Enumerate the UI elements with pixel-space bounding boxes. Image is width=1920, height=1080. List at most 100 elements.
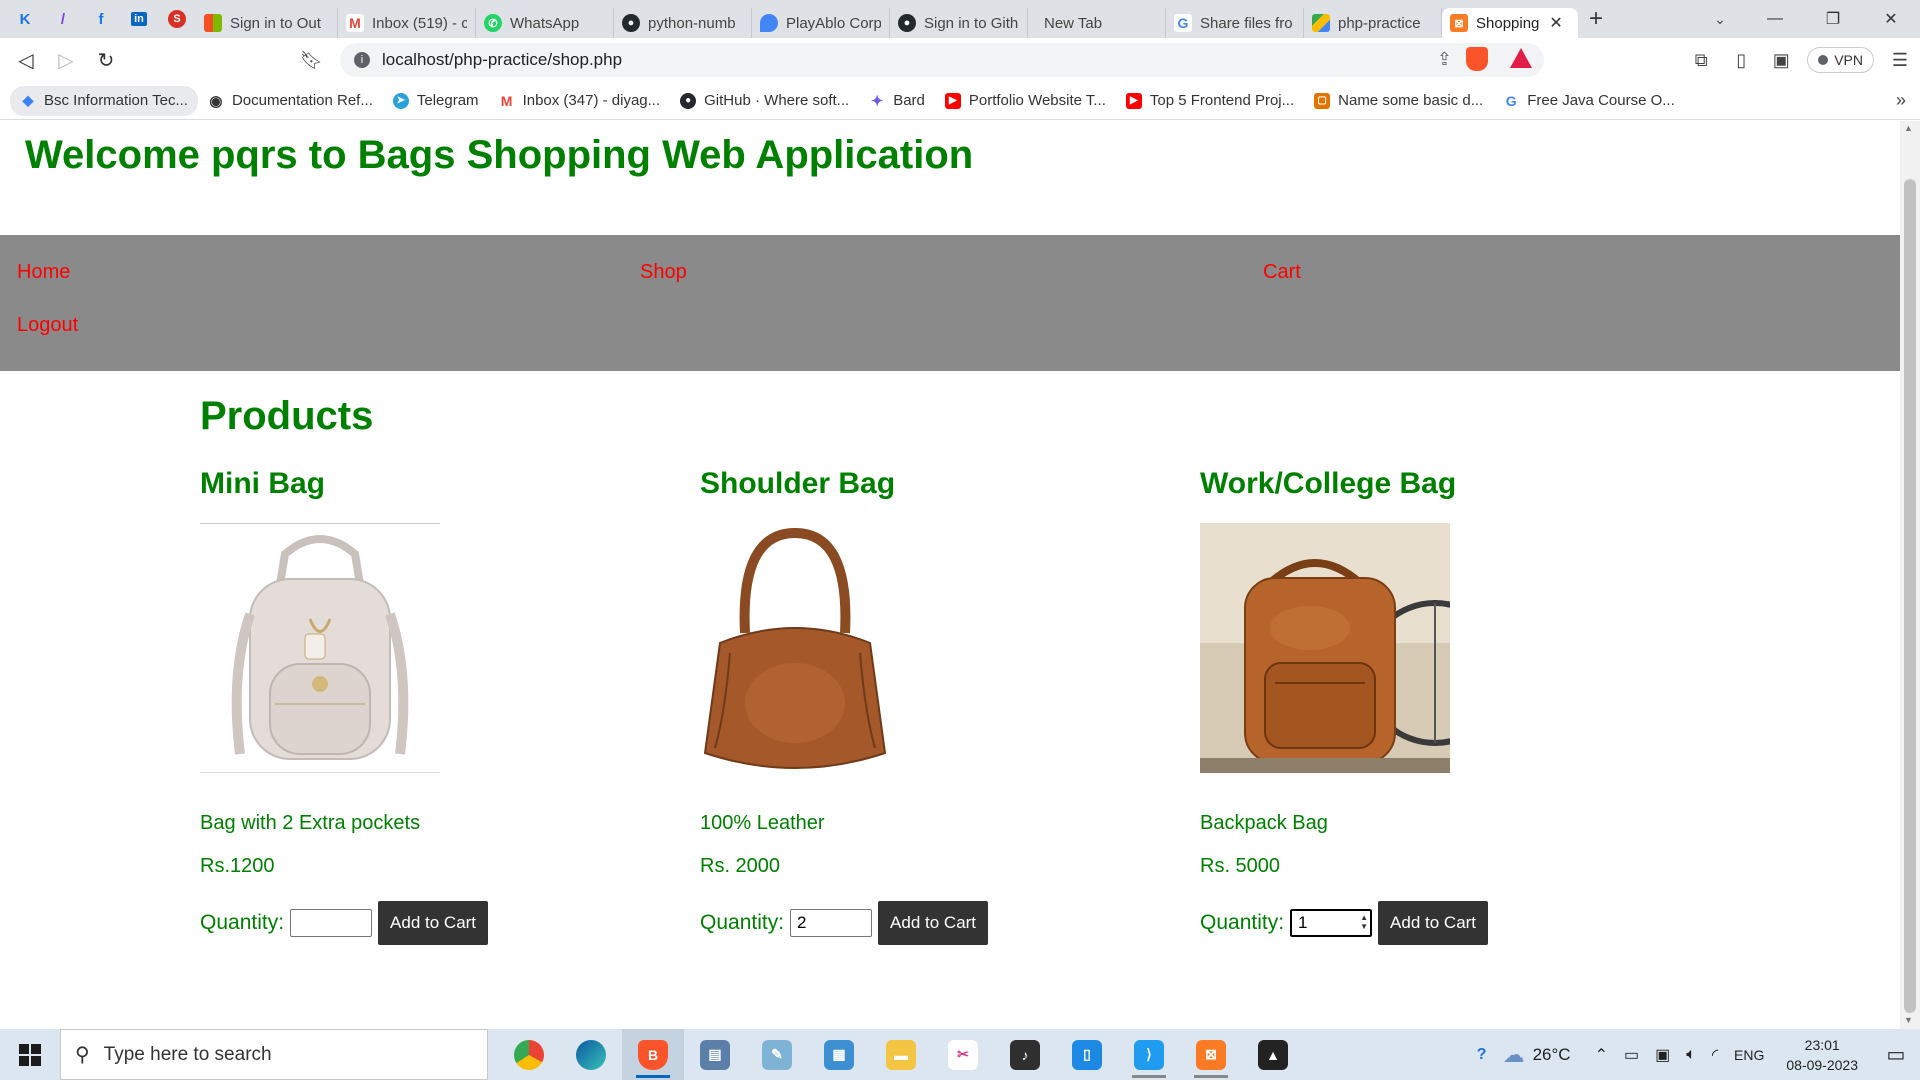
bookmark-item[interactable]: ◆ Bsc Information Tec... bbox=[10, 85, 198, 116]
product-price: Rs. 5000 bbox=[1200, 855, 1281, 877]
address-bar[interactable]: i localhost/php-practice/shop.php ⇪ bbox=[340, 43, 1544, 77]
vpn-label: VPN bbox=[1834, 52, 1863, 68]
taskbar-control-panel[interactable]: ▦ bbox=[808, 1029, 870, 1080]
add-to-cart-button[interactable]: Add to Cart bbox=[378, 901, 489, 945]
nav-cart-link[interactable]: Cart bbox=[1263, 261, 1301, 284]
taskbar-xampp[interactable]: ⊠ bbox=[1180, 1029, 1242, 1080]
stepper-arrows-icon[interactable]: ▲ ▼ bbox=[1360, 913, 1368, 931]
scroll-up-icon[interactable]: ▲ bbox=[1904, 123, 1913, 133]
quantity-input[interactable] bbox=[790, 909, 873, 937]
notification-center-button[interactable]: ▭ bbox=[1872, 1042, 1920, 1067]
tab-title: Sign in to Out bbox=[230, 14, 321, 32]
pinned-tab-stack[interactable]: S bbox=[158, 0, 196, 38]
microsoft-icon bbox=[204, 14, 222, 32]
taskbar-snipping-tool[interactable]: ✂ bbox=[932, 1029, 994, 1080]
chevron-up-icon[interactable]: ⌃ bbox=[1595, 1045, 1608, 1065]
taskbar-vscode[interactable]: ⟩ bbox=[1118, 1029, 1180, 1080]
taskbar-phone-app[interactable]: ▯ bbox=[1056, 1029, 1118, 1080]
bookmark-item[interactable]: ● GitHub · Where soft... bbox=[670, 86, 859, 116]
taskbar-music-app[interactable]: ♪ bbox=[994, 1029, 1056, 1080]
taskbar-file-explorer[interactable]: ▬ bbox=[870, 1029, 932, 1080]
quantity-input[interactable] bbox=[290, 909, 373, 937]
clock[interactable]: 23:01 08-09-2023 bbox=[1786, 1035, 1858, 1075]
add-to-cart-button[interactable]: Add to Cart bbox=[1378, 901, 1489, 945]
bookmark-page-icon[interactable]: 🔖︎ bbox=[300, 50, 323, 71]
pinned-tab-feather[interactable]: / bbox=[44, 0, 82, 38]
language-indicator[interactable]: ENG bbox=[1734, 1047, 1764, 1063]
bookmark-item[interactable]: ▶ Portfolio Website T... bbox=[935, 86, 1116, 116]
taskbar-paint[interactable]: ✎ bbox=[746, 1029, 808, 1080]
bookmark-item[interactable]: ✦ Bard bbox=[859, 86, 935, 116]
url-text[interactable]: localhost/php-practice/shop.php bbox=[382, 50, 622, 70]
tab-github-signin[interactable]: ● Sign in to Gith bbox=[890, 8, 1028, 38]
close-tab-icon[interactable]: ✕ bbox=[1549, 13, 1562, 33]
tab-github-python[interactable]: ● python-numb bbox=[614, 8, 752, 38]
help-icon[interactable]: ? bbox=[1477, 1046, 1487, 1064]
tab-new-tab[interactable]: New Tab bbox=[1028, 8, 1166, 38]
youtube-icon: ▶ bbox=[944, 92, 961, 109]
tab-share-files[interactable]: G Share files fro bbox=[1166, 8, 1304, 38]
close-window-button[interactable]: ✕ bbox=[1862, 0, 1920, 38]
brave-shields-icon[interactable] bbox=[1466, 47, 1488, 71]
taskbar-network-app[interactable]: ▤ bbox=[684, 1029, 746, 1080]
quantity-row: Quantity: ▲▼ Add to Cart bbox=[1200, 901, 1489, 945]
add-to-cart-button[interactable]: Add to Cart bbox=[878, 901, 989, 945]
brave-rewards-icon[interactable] bbox=[1510, 48, 1532, 68]
minimize-button[interactable]: — bbox=[1746, 0, 1804, 38]
back-button[interactable]: ◁ bbox=[6, 40, 46, 80]
scroll-down-icon[interactable]: ▼ bbox=[1904, 1015, 1913, 1025]
scrollbar-thumb[interactable] bbox=[1904, 179, 1916, 1013]
bookmark-item[interactable]: M Inbox (347) - diyag... bbox=[489, 86, 671, 116]
site-info-icon[interactable]: i bbox=[354, 52, 370, 68]
tab-playablo[interactable]: PlayAblo Corp bbox=[752, 8, 890, 38]
bookmark-item[interactable]: ▢ Name some basic d... bbox=[1304, 86, 1493, 116]
pinned-tab-k[interactable]: K bbox=[6, 0, 44, 38]
page-scrollbar[interactable]: ▲ ▼ bbox=[1900, 121, 1920, 1029]
gmail-icon: M bbox=[500, 92, 513, 109]
tab-php-practice[interactable]: php-practice bbox=[1304, 8, 1442, 38]
wallet-button[interactable]: ▣ bbox=[1761, 40, 1801, 80]
bookmark-item[interactable]: G Free Java Course O... bbox=[1493, 86, 1685, 116]
wifi-icon[interactable]: ◜ bbox=[1712, 1045, 1718, 1065]
forward-button[interactable]: ▷ bbox=[46, 40, 86, 80]
cloud-icon[interactable]: ☁ bbox=[1503, 1042, 1525, 1068]
system-tray: ? ☁ 26°C ⌃ ▭ ▣ 🔈︎ ◜ ENG 23:01 08-09-2023… bbox=[1469, 1029, 1920, 1080]
bookmark-item[interactable]: ➤ Telegram bbox=[383, 86, 489, 116]
tab-outlook[interactable]: Sign in to Out bbox=[196, 8, 338, 38]
tab-search-button[interactable]: ⌄ bbox=[1700, 0, 1740, 38]
tab-shopping-active[interactable]: ⊠ Shopping ✕ bbox=[1442, 8, 1578, 38]
taskbar-search[interactable]: ⚲ Type here to search bbox=[60, 1029, 488, 1080]
sidebar-button[interactable]: ▯ bbox=[1721, 40, 1761, 80]
nav-shop-link[interactable]: Shop bbox=[640, 261, 687, 284]
weather-temp[interactable]: 26°C bbox=[1533, 1045, 1571, 1065]
display-icon[interactable]: ▣ bbox=[1655, 1045, 1670, 1065]
pinned-tab-linkedin[interactable]: in bbox=[120, 0, 158, 38]
pinned-tab-facebook[interactable]: f bbox=[82, 0, 120, 38]
extensions-button[interactable]: ⧉ bbox=[1681, 40, 1721, 80]
vscode-icon: ⟩ bbox=[1134, 1039, 1164, 1070]
reload-button[interactable]: ↻ bbox=[86, 40, 126, 80]
new-tab-button[interactable]: + bbox=[1578, 0, 1614, 38]
quantity-stepper[interactable]: ▲▼ bbox=[1289, 908, 1374, 938]
scissors-icon: ✂ bbox=[948, 1039, 978, 1070]
nav-logout-link[interactable]: Logout bbox=[17, 314, 78, 337]
menu-button[interactable]: ☰ bbox=[1880, 40, 1920, 80]
volume-icon[interactable]: 🔈︎ bbox=[1686, 1046, 1696, 1064]
more-bookmarks-icon[interactable]: » bbox=[1896, 90, 1906, 111]
bookmark-label: GitHub · Where soft... bbox=[704, 92, 850, 109]
nav-home-link[interactable]: Home bbox=[17, 261, 70, 284]
restore-button[interactable]: ❐ bbox=[1804, 0, 1862, 38]
telegram-icon: ➤ bbox=[392, 92, 409, 109]
taskbar-chrome[interactable] bbox=[498, 1029, 560, 1080]
bookmark-item[interactable]: ◉ Documentation Ref... bbox=[198, 86, 383, 116]
tab-whatsapp[interactable]: ✆ WhatsApp bbox=[476, 8, 614, 38]
taskbar-brave[interactable]: B bbox=[622, 1029, 684, 1080]
share-icon[interactable]: ⇪ bbox=[1437, 49, 1452, 70]
tab-gmail[interactable]: M Inbox (519) - c bbox=[338, 8, 476, 38]
vpn-button[interactable]: VPN bbox=[1807, 47, 1874, 73]
taskbar-edge[interactable] bbox=[560, 1029, 622, 1080]
taskbar-photos[interactable]: ▲ bbox=[1242, 1029, 1304, 1080]
battery-icon[interactable]: ▭ bbox=[1624, 1045, 1639, 1065]
bookmark-item[interactable]: ▶ Top 5 Frontend Proj... bbox=[1116, 86, 1304, 116]
start-button[interactable] bbox=[0, 1029, 60, 1080]
